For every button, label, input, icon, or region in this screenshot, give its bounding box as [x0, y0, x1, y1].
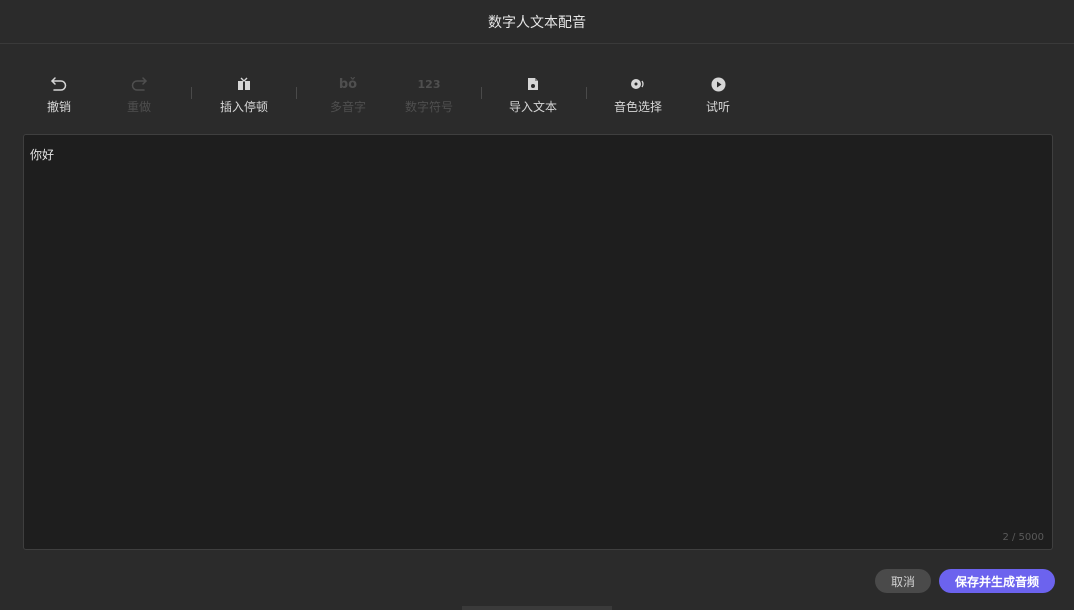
dialog-title: 数字人文本配音 — [0, 0, 1074, 44]
number-symbol-label: 数字符号 — [404, 100, 453, 114]
document-import-icon — [527, 74, 539, 94]
number-icon: 123 — [417, 77, 441, 91]
cancel-button[interactable]: 取消 — [875, 569, 931, 593]
number-symbol-button[interactable]: 123 数字符号 — [401, 74, 457, 118]
import-text-label: 导入文本 — [508, 100, 557, 114]
import-text-button[interactable]: 导入文本 — [505, 74, 561, 118]
toolbar-divider — [296, 87, 297, 99]
undo-label: 撤销 — [46, 100, 71, 114]
text-editor[interactable]: 你好 2 / 5000 — [23, 134, 1053, 550]
undo-icon — [50, 74, 68, 94]
play-circle-icon — [711, 74, 726, 94]
insert-pause-label: 插入停顿 — [219, 100, 268, 114]
polyphone-button[interactable]: bǒ 多音字 — [326, 74, 370, 118]
toolbar-divider — [481, 87, 482, 99]
redo-icon — [130, 74, 148, 94]
redo-label: 重做 — [126, 100, 151, 114]
voice-select-label: 音色选择 — [613, 100, 662, 114]
preview-button[interactable]: 试听 — [701, 74, 735, 118]
resize-handle — [462, 606, 612, 610]
toolbar-divider — [191, 87, 192, 99]
insert-pause-button[interactable]: 插入停顿 — [216, 74, 272, 118]
polyphone-icon: bǒ — [338, 76, 358, 92]
pause-marker-icon — [237, 74, 251, 94]
character-counter: 2 / 5000 — [1002, 532, 1044, 543]
redo-button[interactable]: 重做 — [120, 74, 158, 118]
voice-select-button[interactable]: 音色选择 — [610, 74, 666, 118]
voice-icon — [630, 74, 646, 94]
undo-button[interactable]: 撤销 — [40, 74, 78, 118]
save-and-generate-button[interactable]: 保存并生成音频 — [939, 569, 1055, 593]
polyphone-label: 多音字 — [329, 100, 366, 114]
preview-label: 试听 — [705, 100, 730, 114]
toolbar-divider — [586, 87, 587, 99]
editor-toolbar: 撤销 重做 插入停顿 bǒ 多音字 123 数字符号 导入文本 音色选择 试听 — [0, 44, 1074, 134]
dubbing-dialog: 数字人文本配音 撤销 重做 插入停顿 bǒ 多音字 123 数字符号 导入文本 … — [0, 0, 1074, 610]
editor-content[interactable]: 你好 — [30, 146, 54, 163]
